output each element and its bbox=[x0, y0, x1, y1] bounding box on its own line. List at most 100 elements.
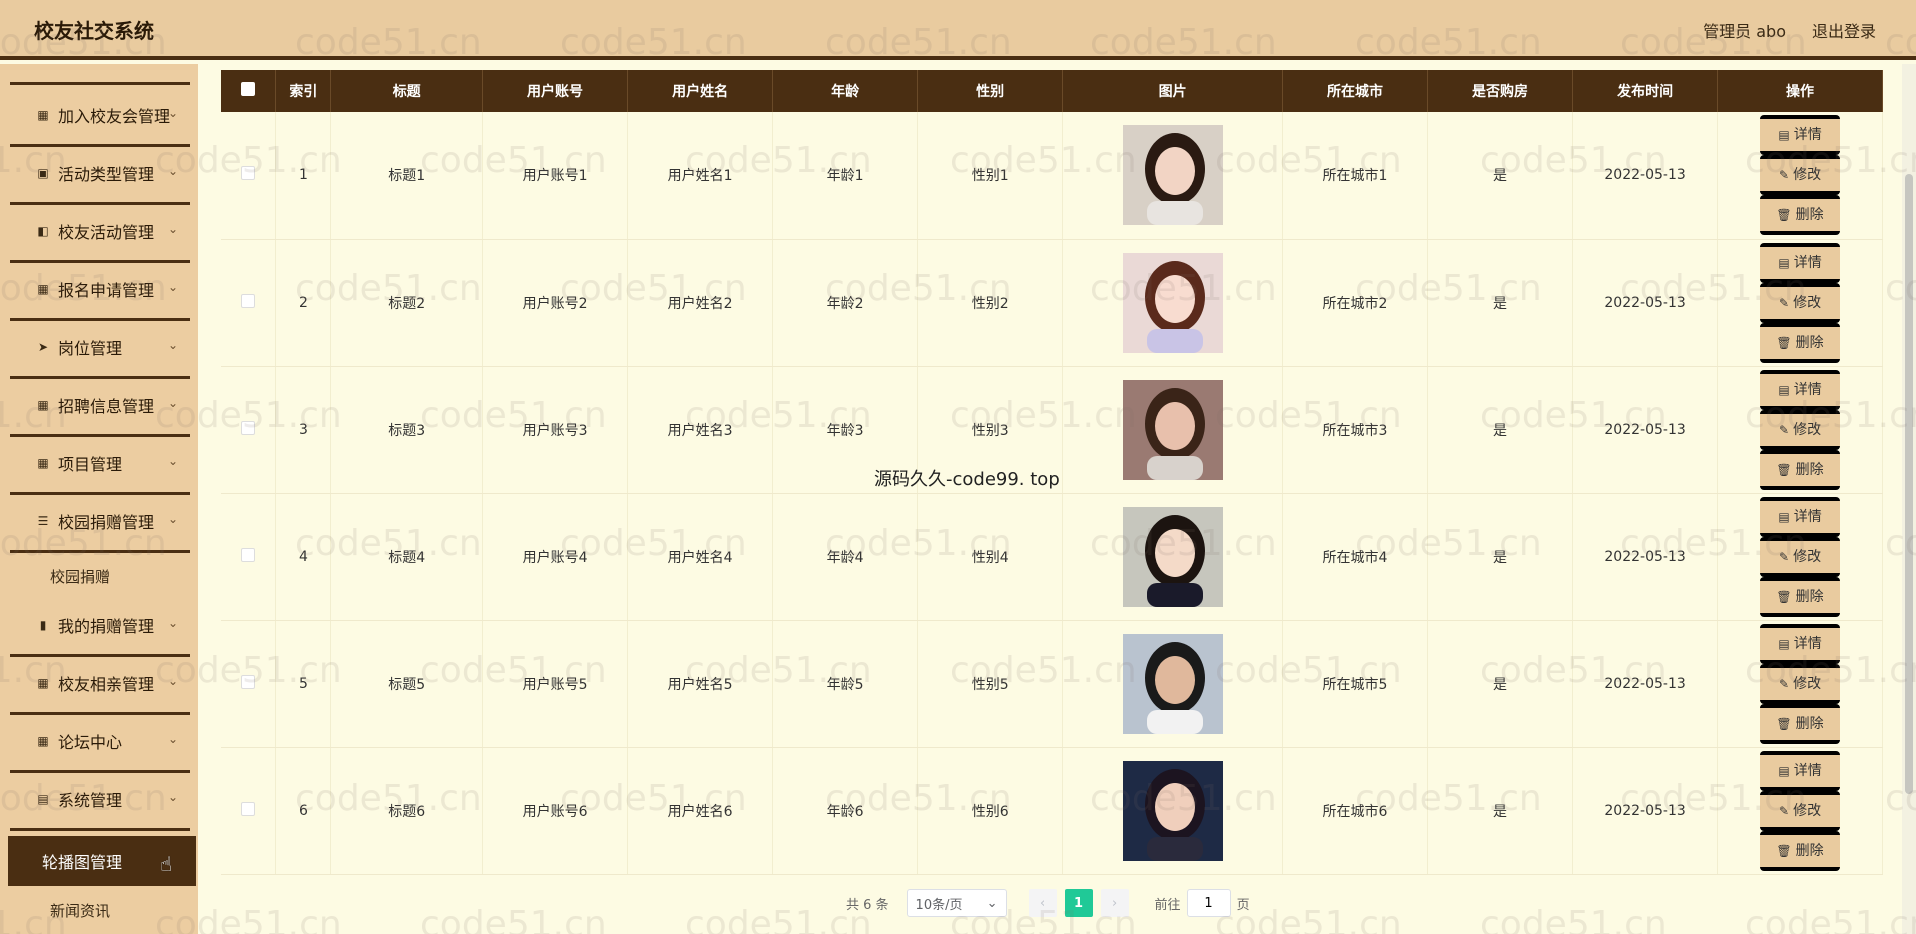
edit-label: 修改 bbox=[1793, 294, 1822, 311]
watermark-text: code51.cn bbox=[685, 904, 872, 934]
cell-name: 用户姓名6 bbox=[627, 747, 774, 875]
delete-button[interactable]: 🗑 删除 bbox=[1760, 322, 1841, 363]
delete-button[interactable]: 🗑 删除 bbox=[1760, 449, 1841, 490]
th-date: 发布时间 bbox=[1572, 70, 1719, 112]
pagination: 共 6 条 10条/页 ⌄ ‹ 1 › 前往 页 bbox=[846, 888, 1250, 918]
cell-gender: 性别1 bbox=[917, 112, 1064, 240]
trash-icon: 🗑 bbox=[1776, 462, 1792, 477]
menu-dating[interactable]: ▦ 校友相亲管理 ⌄ bbox=[0, 654, 198, 712]
detail-button[interactable]: ▤ 详情 bbox=[1760, 115, 1841, 156]
delete-label: 删除 bbox=[1795, 715, 1824, 732]
cell-image bbox=[1062, 239, 1283, 367]
watermark-text: code51.cn bbox=[1480, 904, 1667, 934]
cell-account: 用户账号6 bbox=[482, 747, 629, 875]
detail-button[interactable]: ▤ 详情 bbox=[1760, 623, 1841, 664]
menu-activity-type[interactable]: ▣ 活动类型管理 ⌄ bbox=[0, 144, 198, 202]
scrollbar[interactable] bbox=[1902, 64, 1916, 934]
cell-date: 2022-05-13 bbox=[1572, 747, 1719, 875]
delete-button[interactable]: 🗑 删除 bbox=[1760, 576, 1841, 617]
cell-account: 用户账号4 bbox=[482, 493, 629, 621]
prev-page-button[interactable]: ‹ bbox=[1028, 889, 1057, 917]
delete-button[interactable]: 🗑 删除 bbox=[1760, 830, 1841, 871]
row-select-cell bbox=[221, 493, 277, 621]
menu-alumni-activity[interactable]: ◧ 校友活动管理 ⌄ bbox=[0, 202, 198, 260]
cell-house: 是 bbox=[1427, 747, 1574, 875]
list-icon: ☰ bbox=[37, 514, 49, 528]
briefcase-icon: ◧ bbox=[37, 224, 49, 238]
row-checkbox[interactable] bbox=[241, 801, 256, 816]
edit-button[interactable]: ✎ 修改 bbox=[1760, 790, 1841, 831]
menu-position[interactable]: ➤ 岗位管理 ⌄ bbox=[0, 318, 198, 376]
profile-photo bbox=[1122, 252, 1223, 353]
cell-date: 2022-05-13 bbox=[1572, 366, 1719, 494]
edit-button[interactable]: ✎ 修改 bbox=[1760, 663, 1841, 704]
document-icon: ▤ bbox=[1778, 382, 1790, 397]
menu-my-donation[interactable]: ▮ 我的捐赠管理 ⌄ bbox=[0, 596, 198, 654]
grid-icon: ▦ bbox=[37, 398, 49, 412]
menu-signup[interactable]: ▦ 报名申请管理 ⌄ bbox=[0, 260, 198, 318]
goto-label: 前往 bbox=[1154, 897, 1181, 913]
next-page-button[interactable]: › bbox=[1100, 889, 1129, 917]
row-select-cell bbox=[221, 239, 277, 367]
trash-icon: 🗑 bbox=[1776, 589, 1792, 604]
page-number-current[interactable]: 1 bbox=[1064, 889, 1093, 917]
profile-photo bbox=[1122, 760, 1223, 861]
cell-age: 年龄4 bbox=[772, 493, 919, 621]
edit-button[interactable]: ✎ 修改 bbox=[1760, 282, 1841, 323]
detail-button[interactable]: ▤ 详情 bbox=[1760, 242, 1841, 283]
profile-photo bbox=[1122, 125, 1223, 226]
detail-button[interactable]: ▤ 详情 bbox=[1760, 496, 1841, 537]
cell-date: 2022-05-13 bbox=[1572, 112, 1719, 240]
menu-label: 校友活动管理 bbox=[58, 223, 155, 242]
menu-label: 校园捐赠管理 bbox=[58, 513, 155, 532]
delete-label: 删除 bbox=[1795, 334, 1824, 351]
cell-name: 用户姓名5 bbox=[627, 620, 774, 748]
edit-button[interactable]: ✎ 修改 bbox=[1760, 155, 1841, 196]
chevron-down-icon: ⌄ bbox=[167, 616, 178, 630]
select-all-cell bbox=[221, 70, 277, 112]
submenu-news[interactable]: 新闻资讯 bbox=[50, 900, 110, 921]
menu-system[interactable]: ▤ 系统管理 ⌄ bbox=[0, 770, 198, 828]
cell-index: 2 bbox=[275, 239, 332, 367]
menu-donation[interactable]: ☰ 校园捐赠管理 ⌄ bbox=[0, 492, 198, 550]
page-size-select[interactable]: 10条/页 ⌄ bbox=[906, 889, 1007, 917]
detail-button[interactable]: ▤ 详情 bbox=[1760, 750, 1841, 791]
delete-button[interactable]: 🗑 删除 bbox=[1760, 195, 1841, 236]
submenu-campus-donation[interactable]: 校园捐赠 bbox=[50, 566, 110, 587]
edit-button[interactable]: ✎ 修改 bbox=[1760, 536, 1841, 577]
document-icon: ▤ bbox=[1778, 509, 1790, 524]
menu-project[interactable]: ▦ 项目管理 ⌄ bbox=[0, 434, 198, 492]
cell-account: 用户账号1 bbox=[482, 112, 629, 240]
sidebar: ▦ 加入校友会管理 ⌄ ▣ 活动类型管理 ⌄ ◧ 校友活动管理 ⌄ ▦ 报名申请管理 ⌄ ➤ 岗位管理 ⌄ ▦… bbox=[0, 64, 198, 934]
grid-icon: ▦ bbox=[37, 456, 49, 470]
menu-forum[interactable]: ▦ 论坛中心 ⌄ bbox=[0, 712, 198, 770]
grid-icon: ▦ bbox=[37, 282, 49, 296]
detail-button[interactable]: ▤ 详情 bbox=[1760, 369, 1841, 410]
row-checkbox[interactable] bbox=[241, 547, 256, 562]
row-checkbox[interactable] bbox=[241, 293, 256, 308]
row-select-cell bbox=[221, 747, 277, 875]
row-checkbox[interactable] bbox=[241, 674, 256, 689]
chevron-left-icon: ‹ bbox=[1039, 895, 1046, 911]
edit-button[interactable]: ✎ 修改 bbox=[1760, 409, 1841, 450]
row-checkbox[interactable] bbox=[241, 420, 256, 435]
delete-button[interactable]: 🗑 删除 bbox=[1760, 703, 1841, 744]
cell-age: 年龄1 bbox=[772, 112, 919, 240]
header-user-area: 管理员 abo 退出登录 bbox=[1703, 18, 1876, 42]
cell-image bbox=[1062, 366, 1283, 494]
mouse-cursor-icon: ☝ bbox=[160, 852, 173, 876]
cell-index: 4 bbox=[275, 493, 332, 621]
profile-photo bbox=[1122, 633, 1223, 734]
cell-city: 所在城市6 bbox=[1282, 747, 1429, 875]
scrollbar-thumb[interactable] bbox=[1905, 174, 1913, 794]
select-all-checkbox[interactable] bbox=[241, 82, 256, 96]
detail-label: 详情 bbox=[1793, 127, 1822, 144]
cell-image bbox=[1062, 620, 1283, 748]
menu-join-alumni[interactable]: ▦ 加入校友会管理 ⌄ bbox=[0, 86, 198, 144]
row-checkbox[interactable] bbox=[241, 166, 256, 181]
goto-page-input[interactable] bbox=[1186, 889, 1231, 917]
table-row: 4 标题4 用户账号4 用户姓名4 年龄4 性别4 所在城市4 是 2022-05-13 ▤ 详情✎… bbox=[221, 493, 1883, 621]
cell-age: 年龄2 bbox=[772, 239, 919, 367]
logout-link[interactable]: 退出登录 bbox=[1812, 18, 1876, 42]
menu-recruit[interactable]: ▦ 招聘信息管理 ⌄ bbox=[0, 376, 198, 434]
